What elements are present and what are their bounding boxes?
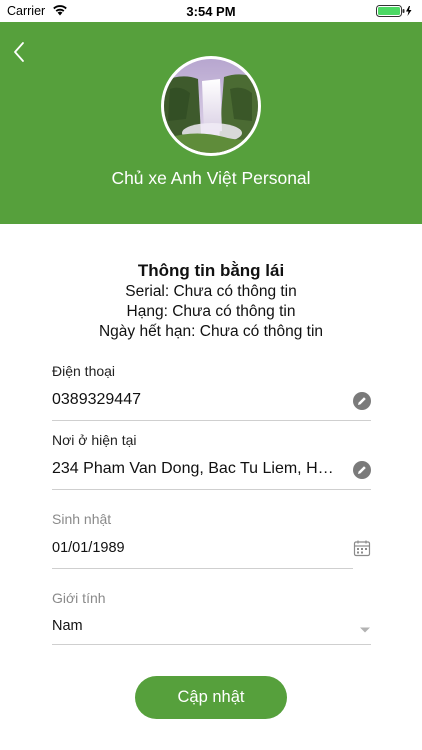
battery-icon (376, 5, 412, 17)
license-serial: Serial: Chưa có thông tin (125, 283, 297, 300)
birthday-label: Sinh nhật (52, 511, 112, 527)
address-label: Nơi ở hiện tại (52, 432, 137, 448)
license-rank: Hạng: Chưa có thông tin (126, 303, 296, 320)
gender-select[interactable]: Nam (52, 618, 312, 634)
edit-icon[interactable] (353, 392, 371, 410)
license-expiry: Ngày hết hạn: Chưa có thông tin (98, 323, 324, 340)
birthday-field[interactable]: Sinh nhật 01/01/1989 (52, 511, 371, 571)
avatar (164, 59, 258, 153)
license-info: Thông tin bằng lái Serial: Chưa có thông… (0, 260, 422, 342)
phone-field[interactable]: Điện thoại 0389329447 (52, 363, 371, 423)
update-button[interactable]: Cập nhật (135, 676, 287, 719)
dropdown-arrow-icon[interactable] (359, 626, 371, 634)
phone-value[interactable]: 0389329447 (52, 391, 342, 409)
chevron-left-icon[interactable] (8, 37, 32, 67)
avatar-frame[interactable] (161, 56, 261, 156)
phone-label: Điện thoại (52, 363, 116, 379)
gender-label: Giới tính (52, 590, 106, 606)
address-value[interactable]: 234 Pham Van Dong, Bac Tu Liem, Ha Noi (52, 460, 340, 478)
status-bar: Carrier 3:54 PM (0, 0, 422, 22)
gender-field[interactable]: Giới tính Nam (52, 590, 371, 650)
gender-underline (52, 644, 371, 645)
birthday-underline (52, 568, 353, 569)
calendar-icon[interactable] (353, 539, 371, 557)
license-title: Thông tin bằng lái (137, 261, 285, 280)
address-underline (52, 489, 371, 490)
edit-icon[interactable] (353, 461, 371, 479)
owner-name: Chủ xe Anh Việt Personal (111, 168, 311, 188)
birthday-value[interactable]: 01/01/1989 (52, 540, 312, 556)
phone-underline (52, 420, 371, 421)
address-field[interactable]: Nơi ở hiện tại 234 Pham Van Dong, Bac Tu… (52, 432, 371, 492)
clock: 3:54 PM (186, 4, 236, 19)
profile-header: Chủ xe Anh Việt Personal (0, 22, 422, 224)
